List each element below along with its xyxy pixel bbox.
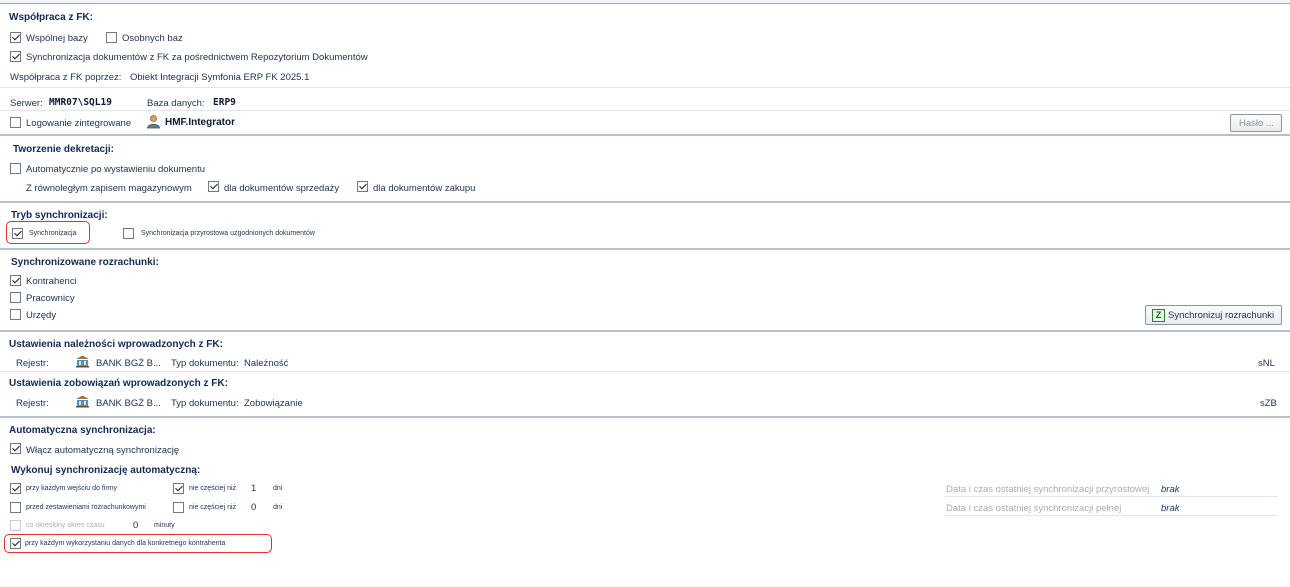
on-enter-checkbox[interactable]	[10, 483, 21, 494]
sync-icon: Z	[1152, 309, 1165, 322]
receivables-doctype-value[interactable]: Należność	[244, 358, 288, 369]
sales-docs-label: dla dokumentów sprzedaży	[224, 183, 340, 194]
sync-label: Synchronizacja	[29, 230, 77, 237]
fk-via-label: Współpraca z FK poprzez:	[10, 72, 122, 83]
integrated-login-label: Logowanie zintegrowane	[26, 118, 132, 129]
sync-docs-checkbox[interactable]	[10, 51, 21, 62]
days2-unit: dni	[273, 504, 283, 511]
auto-decree-label: Automatycznie po wystawieniu dokumentu	[26, 164, 206, 175]
separate-db-checkbox[interactable]	[106, 32, 117, 43]
per-contractor-label: przy każdym wykorzystaniu danych dla kon…	[25, 540, 226, 547]
not-often2-checkbox[interactable]	[173, 502, 184, 513]
period-checkbox[interactable]	[10, 520, 21, 531]
incremental-sync-label: Synchronizacja przyrostowa uzgodnionych …	[141, 230, 315, 237]
period-value[interactable]: 0	[133, 520, 138, 531]
section-header-sync-mode: Tryb synchronizacji:	[11, 210, 108, 221]
section-header-autosync: Automatyczna synchronizacja:	[9, 425, 156, 436]
last-full-value: brak	[1161, 503, 1180, 514]
divider	[0, 371, 1290, 372]
on-enter-label: przy każdym wejściu do firmy	[26, 485, 118, 492]
purchase-docs-label: dla dokumentów zakupu	[373, 183, 476, 194]
fk-via-value: Obiekt Integracji Symfonia ERP FK 2025.1	[130, 72, 310, 83]
section-header-settlements: Synchronizowane rozrachunki:	[11, 257, 159, 268]
autosync-subheader: Wykonuj synchronizację automatyczną:	[11, 465, 201, 476]
last-incremental-value: brak	[1161, 484, 1180, 495]
liabilities-doctype-value[interactable]: Zobowiązanie	[244, 398, 303, 409]
separate-db-label: Osobnych baz	[122, 33, 183, 44]
last-full-label: Data i czas ostatniej synchronizacji peł…	[946, 503, 1122, 514]
shared-db-checkbox[interactable]	[10, 32, 21, 43]
section-divider	[0, 330, 1290, 332]
liabilities-register-value[interactable]: BANK BGŻ B...	[96, 398, 161, 409]
per-contractor-checkbox[interactable]	[10, 538, 21, 549]
employees-label: Pracownicy	[26, 293, 75, 304]
not-often2-label: nie częściej niż	[189, 504, 237, 511]
integrated-login-checkbox[interactable]	[10, 117, 21, 128]
user-icon	[147, 115, 160, 129]
days1-value[interactable]: 1	[251, 483, 256, 494]
section-divider	[0, 248, 1290, 250]
before-settle-label: przed zestawieniami rozrachunkowymi	[26, 504, 146, 511]
user-name: HMF.Integrator	[165, 117, 235, 128]
not-often1-label: nie częściej niż	[189, 485, 237, 492]
days1-unit: dni	[273, 485, 283, 492]
incremental-sync-checkbox[interactable]	[123, 228, 134, 239]
sync-settlements-button[interactable]: Z Synchronizuj rozrachunki	[1145, 305, 1282, 325]
sync-docs-label: Synchronizacja dokumentów z FK za pośred…	[26, 52, 368, 63]
section-header-fk: Współpraca z FK:	[9, 12, 93, 23]
divider	[945, 515, 1278, 516]
liabilities-doctype-label: Typ dokumentu:	[171, 398, 239, 409]
bank-icon[interactable]	[75, 355, 90, 368]
contractors-label: Kontrahenci	[26, 276, 77, 287]
bank-icon[interactable]	[75, 395, 90, 408]
shared-db-label: Wspólnej bazy	[26, 33, 88, 44]
window-top-border	[0, 0, 1290, 4]
enable-autosync-checkbox[interactable]	[10, 443, 21, 454]
db-value: ERP9	[213, 97, 236, 108]
enable-autosync-label: Włącz automatyczną synchronizację	[26, 445, 180, 456]
not-often1-checkbox[interactable]	[173, 483, 184, 494]
section-header-liabilities: Ustawienia zobowiązań wprowadzonych z FK…	[9, 378, 228, 389]
receivables-register-value[interactable]: BANK BGŻ B...	[96, 358, 161, 369]
purchase-docs-checkbox[interactable]	[357, 181, 368, 192]
before-settle-checkbox[interactable]	[10, 502, 21, 513]
server-value: MMR07\SQL19	[49, 97, 112, 108]
liabilities-register-label: Rejestr:	[16, 398, 49, 409]
receivables-doctype-label: Typ dokumentu:	[171, 358, 239, 369]
sales-docs-checkbox[interactable]	[208, 181, 219, 192]
receivables-code: sNL	[1258, 358, 1275, 369]
last-incremental-label: Data i czas ostatniej synchronizacji prz…	[946, 484, 1150, 495]
offices-checkbox[interactable]	[10, 309, 21, 320]
employees-checkbox[interactable]	[10, 292, 21, 303]
divider	[945, 496, 1278, 497]
db-label: Baza danych:	[147, 98, 205, 109]
server-label: Serwer:	[10, 98, 43, 109]
liabilities-code: sZB	[1260, 398, 1277, 409]
section-header-receivables: Ustawienia należności wprowadzonych z FK…	[9, 339, 223, 350]
period-label: co określony okres czasu	[26, 522, 105, 529]
section-divider	[0, 134, 1290, 136]
section-divider	[0, 416, 1290, 418]
auto-decree-checkbox[interactable]	[10, 163, 21, 174]
offices-label: Urzędy	[26, 310, 57, 321]
section-header-decree: Tworzenie dekretacji:	[13, 144, 114, 155]
section-divider	[0, 201, 1290, 203]
sync-checkbox[interactable]	[12, 228, 23, 239]
days2-value[interactable]: 0	[251, 502, 256, 513]
parallel-warehouse-label: Z równoległym zapisem magazynowym	[26, 183, 192, 194]
contractors-checkbox[interactable]	[10, 275, 21, 286]
sync-settlements-label: Synchronizuj rozrachunki	[1168, 310, 1275, 321]
receivables-register-label: Rejestr:	[16, 358, 49, 369]
password-button[interactable]: Hasło ...	[1230, 114, 1282, 132]
divider	[0, 110, 1290, 111]
period-unit: minuty	[154, 522, 175, 529]
divider	[0, 87, 1290, 88]
